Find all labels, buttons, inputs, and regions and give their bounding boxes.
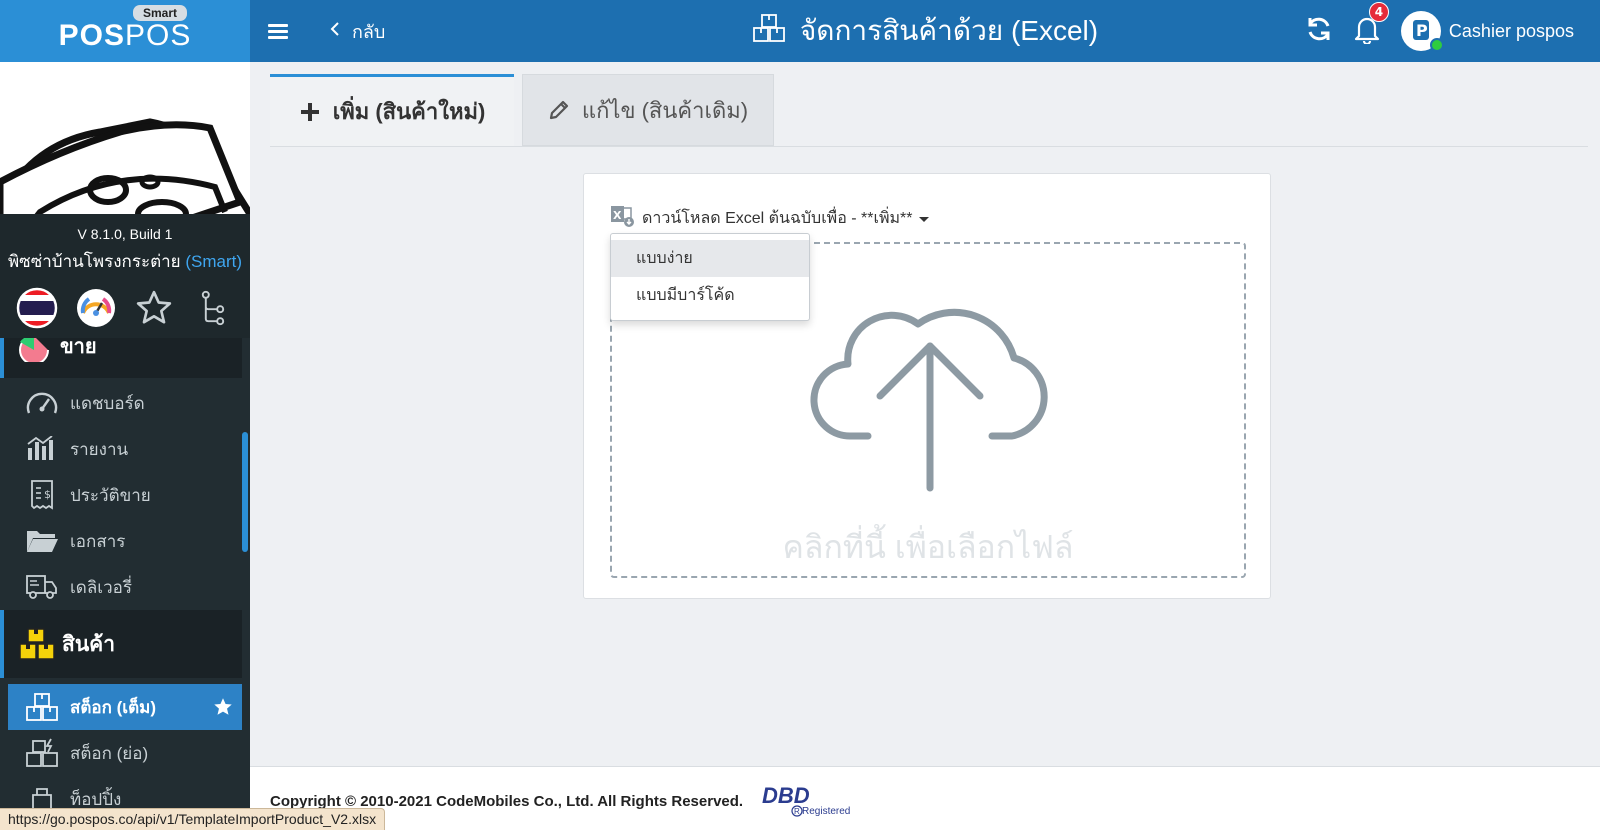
svg-text:X: X	[613, 209, 622, 222]
avatar: P	[1400, 11, 1444, 52]
favorite-star-icon[interactable]	[212, 696, 234, 723]
notification-count-badge: 4	[1368, 2, 1389, 22]
pencil-icon	[548, 99, 570, 121]
sidebar-menu: ขาย แดชบอร์ด รายงาน $ ประวัติขาย เอกสาร	[0, 338, 242, 822]
svg-text:Registered: Registered	[802, 806, 850, 817]
star-icon[interactable]	[131, 285, 177, 331]
notifications-button[interactable]: 4	[1353, 2, 1389, 48]
branch-icon[interactable]	[190, 285, 236, 331]
sidebar-section-products[interactable]: สินค้า	[0, 610, 242, 678]
quick-icons	[0, 285, 250, 331]
sidebar-item-sales[interactable]: ขาย	[0, 338, 242, 378]
sidebar-item-reports[interactable]: รายงาน	[0, 426, 242, 472]
online-status-dot	[1429, 38, 1444, 52]
footer: Copyright © 2010-2021 CodeMobiles Co., L…	[250, 766, 1600, 830]
store-info: V 8.1.0, Build 1 พิซซ่าบ้านโพรงกระต่าย (…	[0, 214, 250, 338]
tab-bar: เพิ่ม (สินค้าใหม่) แก้ไข (สินค้าเดิม)	[270, 74, 774, 146]
tab-label: แก้ไข (สินค้าเดิม)	[581, 97, 749, 123]
dropzone-hint: คลิกที่นี้ เพื่อเลือกไฟล์	[782, 529, 1074, 565]
sidebar: POSPOS Smart V 8.1.0, Build 1 พิซซ่าบ้าน…	[0, 0, 250, 830]
top-right-actions: 4 P Cashier pospos	[1305, 2, 1574, 52]
tab-divider	[270, 146, 1588, 147]
receipt-icon: $	[24, 480, 60, 510]
store-name: พิซซ่าบ้านโพรงกระต่าย (Smart)	[7, 252, 243, 271]
status-bar-url: https://go.pospos.co/api/v1/TemplateImpo…	[0, 808, 386, 830]
back-button[interactable]: กลับ	[330, 17, 385, 46]
sidebar-item-documents[interactable]: เอกสาร	[0, 518, 242, 564]
sidebar-item-dashboard[interactable]: แดชบอร์ด	[0, 380, 242, 426]
upload-card: X ดาวน์โหลด Excel ต้นฉบับเพื่อ - **เพิ่ม…	[583, 173, 1271, 599]
sidebar-section-label: สินค้า	[62, 632, 116, 656]
sidebar-item-label: สต็อก (ย่อ)	[70, 743, 149, 763]
sidebar-item-delivery[interactable]: เดลิเวอรี่	[0, 564, 242, 610]
sidebar-item-sales-history[interactable]: $ ประวัติขาย	[0, 472, 242, 518]
sidebar-item-label: สต็อก (เต็ม)	[70, 697, 157, 717]
svg-text:P: P	[1416, 21, 1428, 40]
svg-text:DBD: DBD	[762, 783, 810, 808]
bell-icon	[1353, 17, 1381, 48]
sidebar-scrollbar[interactable]	[242, 432, 248, 552]
smart-badge: Smart	[133, 5, 188, 21]
brand-logo-area[interactable]: POSPOS Smart	[0, 0, 250, 62]
user-menu[interactable]: P Cashier pospos	[1400, 11, 1574, 52]
menu-toggle-icon[interactable]	[268, 23, 288, 39]
download-template-menu: แบบง่าย แบบมีบาร์โค้ด	[610, 233, 810, 321]
sidebar-item-label: ประวัติขาย	[70, 485, 151, 505]
plus-icon	[299, 101, 321, 123]
menu-item-with-barcode[interactable]: แบบมีบาร์โค้ด	[611, 277, 809, 314]
chevron-left-icon	[330, 21, 340, 42]
excel-file-icon: X	[610, 204, 636, 233]
folder-icon	[24, 526, 60, 556]
sidebar-item-stock-full[interactable]: สต็อก (เต็ม)	[8, 684, 242, 730]
svg-text:R: R	[794, 807, 800, 816]
stock-boxes-icon	[24, 692, 60, 722]
tab-add-new-product[interactable]: เพิ่ม (สินค้าใหม่)	[270, 74, 514, 146]
stock-boxes-bolt-icon	[24, 738, 60, 768]
sidebar-item-label: ขาย	[60, 338, 97, 358]
sidebar-item-stock-short[interactable]: สต็อก (ย่อ)	[0, 730, 242, 776]
cloud-upload-icon	[810, 308, 1048, 492]
boxes-icon	[18, 625, 56, 663]
svg-text:$: $	[44, 488, 51, 501]
back-label: กลับ	[352, 21, 386, 42]
sidebar-item-label: รายงาน	[70, 439, 129, 459]
bar-chart-icon	[24, 434, 60, 464]
download-template-dropdown[interactable]: X ดาวน์โหลด Excel ต้นฉบับเพื่อ - **เพิ่ม…	[610, 204, 929, 233]
speedometer-icon	[24, 388, 60, 418]
tab-label: เพิ่ม (สินค้าใหม่)	[332, 99, 486, 124]
thai-flag-icon[interactable]	[14, 285, 60, 331]
app-version: V 8.1.0, Build 1	[77, 226, 173, 242]
sidebar-item-label: แดชบอร์ด	[70, 393, 145, 413]
page-title-text: จัดการสินค้าด้วย (Excel)	[799, 15, 1099, 46]
top-bar: กลับ จัดการสินค้าด้วย (Excel) 4 P Cashie…	[250, 0, 1600, 62]
boxes-outline-icon	[752, 13, 786, 50]
tab-edit-existing-product[interactable]: แก้ไข (สินค้าเดิม)	[522, 74, 774, 146]
user-name: Cashier pospos	[1448, 20, 1574, 41]
sidebar-item-label: เดลิเวอรี่	[70, 577, 132, 597]
refresh-icon[interactable]	[1305, 15, 1333, 47]
gauge-icon[interactable]	[73, 285, 119, 331]
brand-logo: POSPOS	[58, 19, 192, 52]
caret-down-icon	[918, 210, 929, 228]
dbd-registered-logo[interactable]: DBD R Registered	[760, 781, 850, 823]
download-template-label: ดาวน์โหลด Excel ต้นฉบับเพื่อ - **เพิ่ม**	[642, 210, 913, 227]
menu-item-simple[interactable]: แบบง่าย	[611, 240, 809, 277]
delivery-truck-icon	[24, 572, 60, 602]
store-logo-pizza-image	[0, 62, 250, 214]
sidebar-item-label: เอกสาร	[70, 531, 126, 551]
